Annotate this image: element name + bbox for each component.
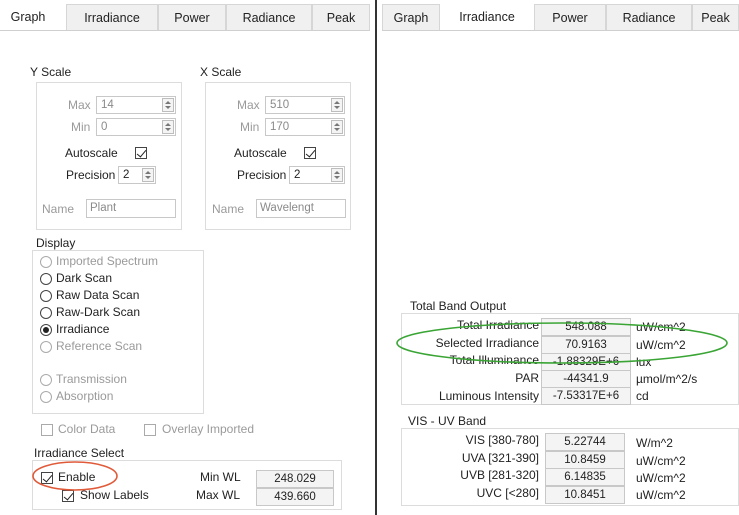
- annotation-overlay: [32, 322, 728, 491]
- enable-highlight-ellipse: [32, 461, 118, 491]
- selected-irradiance-highlight-ellipse: [396, 322, 728, 364]
